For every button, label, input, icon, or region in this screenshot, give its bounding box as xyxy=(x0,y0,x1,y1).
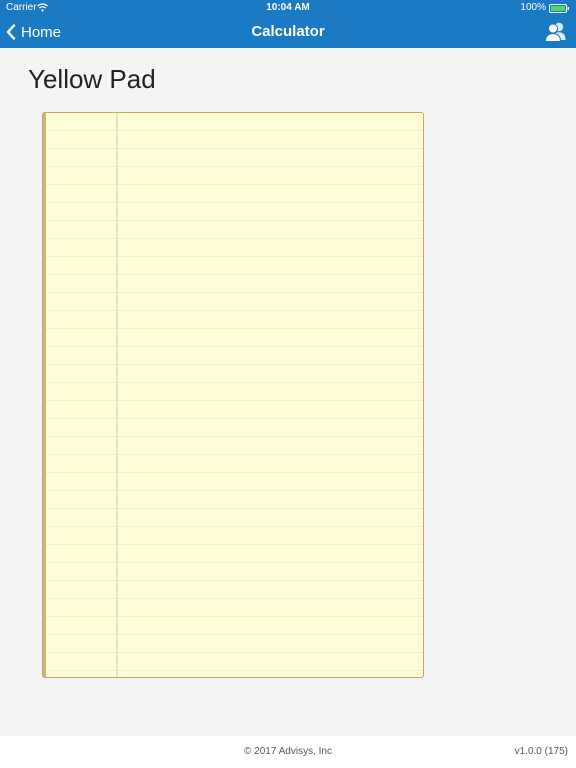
battery-icon xyxy=(549,4,569,13)
nav-title: Calculator xyxy=(251,23,325,40)
page-title: Yellow Pad xyxy=(28,64,156,94)
status-bar: Carrier 10:04 AM 100% xyxy=(0,0,576,16)
battery-percentage: 100% xyxy=(520,2,546,13)
footer: © 2017 Advisys, Inc v1.0.0 (175) xyxy=(0,736,576,768)
copyright-text: © 2017 Advisys, Inc xyxy=(244,746,332,757)
yellow-pad-canvas[interactable] xyxy=(42,112,424,678)
status-time: 10:04 AM xyxy=(266,2,310,13)
contacts-button[interactable] xyxy=(544,20,568,44)
header: Carrier 10:04 AM 100% Home Calculator xyxy=(0,0,576,48)
version-text: v1.0.0 (175) xyxy=(514,746,568,757)
nav-bar: Home Calculator xyxy=(0,16,576,48)
contacts-icon xyxy=(544,22,566,42)
